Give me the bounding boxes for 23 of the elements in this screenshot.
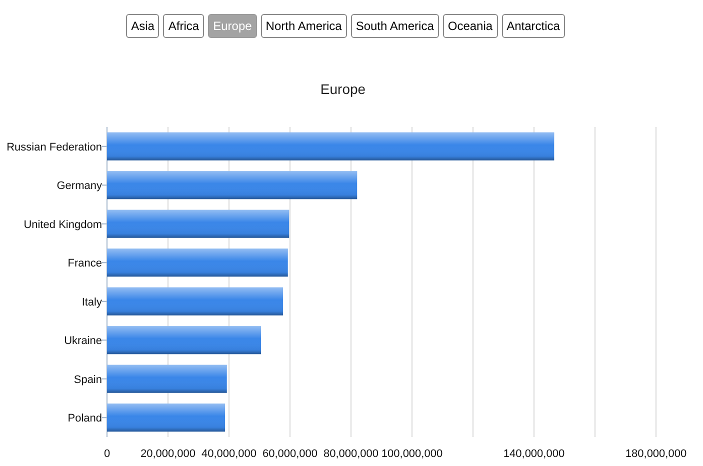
category-label: United Kingdom xyxy=(24,218,102,231)
tick-label: 100,000,000 xyxy=(381,448,443,460)
tick-label: 80,000,000 xyxy=(323,448,379,460)
region-tab[interactable]: Oceania xyxy=(442,14,498,38)
tick-label: 180,000,000 xyxy=(625,448,687,460)
region-tab[interactable]: Antarctica xyxy=(502,14,565,38)
region-tab[interactable]: Asia xyxy=(126,14,160,38)
tick-label: 40,000,000 xyxy=(201,448,257,460)
tick-label: 0 xyxy=(104,448,110,460)
tick-label: 60,000,000 xyxy=(262,448,318,460)
category-label: Russian Federation xyxy=(6,141,102,154)
category-label: Ukraine xyxy=(64,335,102,348)
category-label: Spain xyxy=(74,374,102,386)
region-tab[interactable]: South America xyxy=(350,14,439,38)
category-label: Germany xyxy=(56,180,102,192)
region-tab[interactable]: Africa xyxy=(163,14,204,38)
category-label: France xyxy=(68,258,102,270)
category-label: Italy xyxy=(82,296,102,308)
tick-label: 140,000,000 xyxy=(503,448,565,460)
region-tab[interactable]: North America xyxy=(260,14,347,38)
tick-label: 20,000,000 xyxy=(140,448,196,460)
category-label: Poland xyxy=(68,412,102,425)
chart-title: Europe xyxy=(320,81,366,97)
